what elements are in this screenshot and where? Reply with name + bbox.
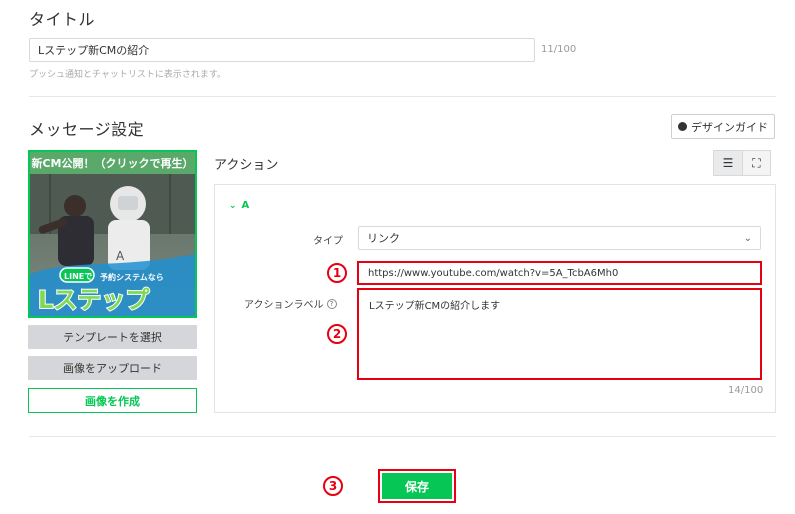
title-input[interactable]: Lステップ新CMの紹介 [29, 38, 535, 62]
title-hint: プッシュ通知とチャットリストに表示されます。 [29, 70, 227, 80]
expand-view-icon[interactable]: ⛶ [742, 151, 770, 175]
create-image-button[interactable]: 画像を作成 [28, 388, 197, 413]
chevron-down-icon: ⌄ [229, 200, 237, 211]
message-settings-heading: メッセージ設定 [29, 120, 145, 139]
divider-bottom [29, 436, 776, 437]
url-input[interactable]: https://www.youtube.com/watch?v=5A_TcbA6… [360, 264, 759, 282]
chevron-down-icon: ⌄ [743, 232, 752, 244]
action-label-value: Lステップ新CMの紹介します [369, 301, 501, 312]
info-icon [678, 122, 687, 131]
list-view-icon[interactable]: ☰ [714, 151, 742, 175]
action-label-counter: 14/100 [728, 385, 764, 396]
suit-letter-a: A [116, 249, 125, 263]
type-select[interactable]: リンク ⌄ [358, 226, 761, 250]
type-label: タイプ [313, 236, 343, 247]
divider-top [29, 96, 776, 97]
select-template-button[interactable]: テンプレートを選択 [28, 325, 197, 349]
action-label-text: アクションラベル [244, 300, 324, 311]
title-counter: 11/100 [541, 44, 577, 55]
reservation-text: 予約システムなら [100, 272, 164, 282]
save-highlight: 保存 [378, 469, 456, 503]
action-heading: アクション [214, 158, 279, 173]
message-image-thumbnail[interactable]: 新CM公開！（クリックで再生） A LINEで 予約システムなら Lステップ [28, 150, 197, 318]
design-guide-label: デザインガイド [691, 120, 768, 134]
action-section-toggle[interactable]: ⌄ A [229, 200, 249, 211]
annotation-3: 3 [323, 476, 343, 496]
annotation-2: 2 [327, 324, 347, 344]
cm-scene-image: A LINEで 予約システムなら Lステップ [30, 174, 195, 316]
title-heading: タイトル [29, 10, 96, 29]
url-input-value: https://www.youtube.com/watch?v=5A_TcbA6… [368, 267, 619, 279]
design-guide-button[interactable]: デザインガイド [671, 114, 775, 139]
thumbnail-header: 新CM公開！（クリックで再生） [30, 152, 195, 174]
action-section-label: A [241, 200, 250, 211]
view-toggle[interactable]: ☰ ⛶ [713, 150, 771, 176]
action-label-textarea[interactable]: Lステップ新CMの紹介します [357, 288, 762, 380]
title-input-value: Lステップ新CMの紹介 [38, 44, 150, 57]
help-icon[interactable]: ? [326, 298, 337, 309]
type-select-value: リンク [367, 232, 400, 245]
line-text: LINEで [64, 272, 92, 281]
brand-text: Lステップ [38, 286, 150, 314]
save-button[interactable]: 保存 [382, 473, 452, 499]
upload-image-button[interactable]: 画像をアップロード [28, 356, 197, 380]
action-label-label: アクションラベル ? [244, 296, 337, 311]
annotation-1: 1 [327, 263, 347, 283]
